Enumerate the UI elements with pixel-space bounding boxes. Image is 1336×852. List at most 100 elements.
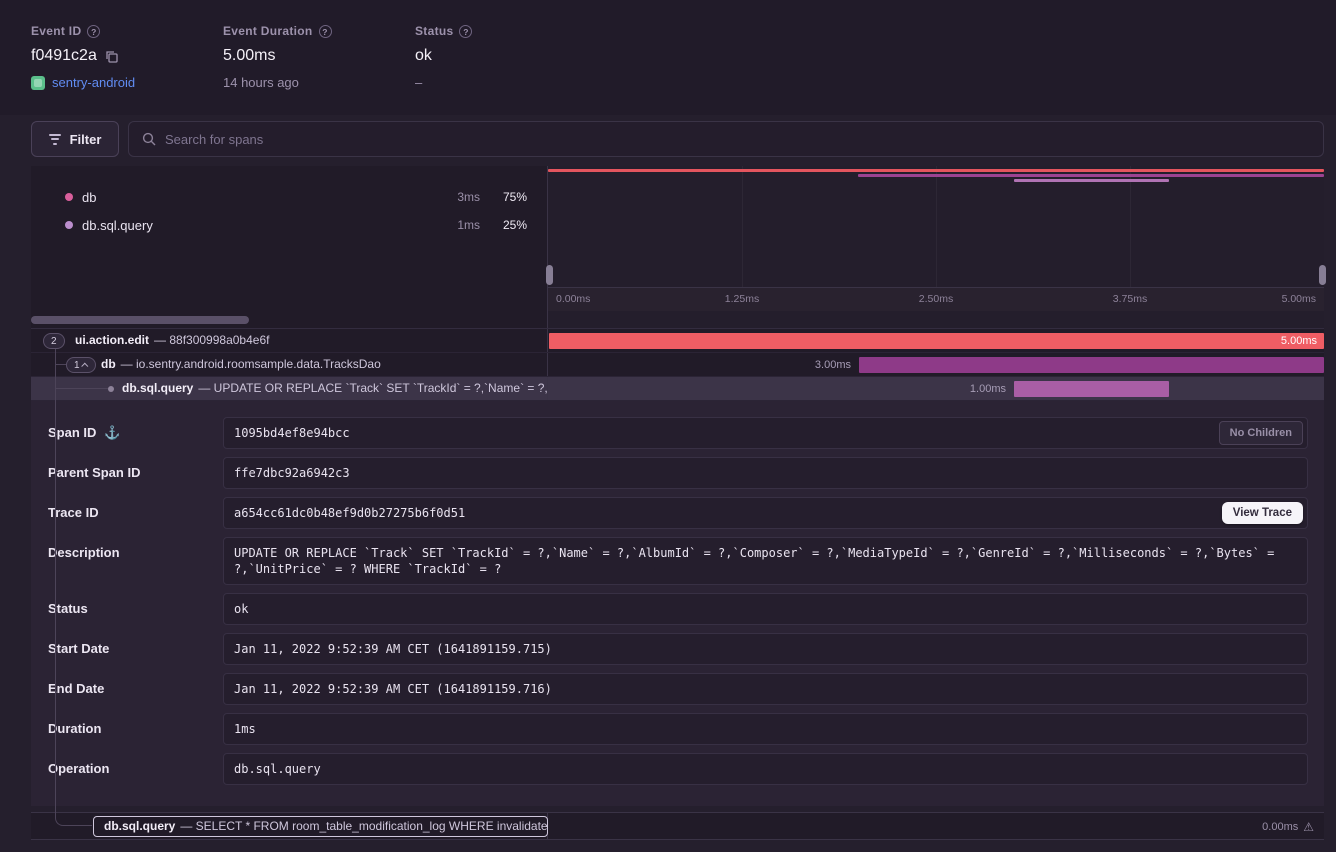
span-bar-db-sql-query[interactable]: [1014, 381, 1169, 397]
tree-connector-line: [55, 349, 56, 812]
event-duration-label: Event Duration: [223, 24, 313, 38]
detail-row-trace-id: Trace ID a654cc61dc0b48ef9d0b27275b6f0d5…: [48, 497, 1308, 529]
filter-button-label: Filter: [70, 132, 102, 147]
legend-op-name: db: [82, 190, 428, 205]
help-icon[interactable]: ?: [87, 25, 100, 38]
legend-item-db-sql-query: db.sql.query 1ms 25%: [31, 211, 547, 239]
span-duration: 5.00ms: [1281, 335, 1324, 347]
event-age: 14 hours ago: [223, 75, 299, 90]
filter-button[interactable]: Filter: [31, 121, 119, 157]
children-count-badge[interactable]: 2: [43, 333, 65, 349]
no-children-badge[interactable]: No Children: [1219, 421, 1303, 445]
tree-connector-stub: [56, 388, 108, 389]
detail-row-description: Description UPDATE OR REPLACE `Track` SE…: [48, 537, 1308, 585]
gridline: [936, 166, 937, 287]
minimap-span-ui-action-edit: [548, 169, 1324, 172]
span-bar-db[interactable]: [859, 357, 1324, 373]
minimap-span-db: [858, 174, 1324, 177]
focused-span-title[interactable]: db.sql.query — SELECT * FROM room_table_m…: [93, 816, 548, 837]
span-duration: 1.00ms: [970, 377, 1006, 401]
children-count-badge[interactable]: 1: [66, 357, 96, 373]
span-row-db-sql-query-select[interactable]: db.sql.query — SELECT * FROM room_table_m…: [31, 812, 1324, 840]
span-minimap-section: db 3ms 75% db.sql.query 1ms 25%: [31, 166, 1324, 311]
tree-connector-curve: [55, 812, 92, 826]
event-header: Event ID ? f0491c2a sentry-android Event…: [0, 0, 1336, 115]
span-description: — UPDATE OR REPLACE `Track` SET `TrackId…: [198, 381, 548, 395]
detail-row-parent-span-id: Parent Span ID ffe7dbc92a6942c3: [48, 457, 1308, 489]
span-op: db.sql.query: [122, 381, 193, 395]
status-label: Status: [415, 24, 453, 38]
span-description: — 88f300998a0b4e6f: [154, 333, 269, 347]
span-row-db[interactable]: 1 db — io.sentry.android.roomsample.data.…: [31, 353, 1324, 377]
legend-op-name: db.sql.query: [82, 218, 428, 233]
detail-row-duration: Duration 1ms: [48, 713, 1308, 745]
span-row-ui-action-edit[interactable]: 2 ui.action.edit — 88f300998a0b4e6f 5.00m…: [31, 329, 1324, 353]
anchor-icon[interactable]: ⚓: [104, 425, 120, 440]
viewport-drag-handle-left[interactable]: [546, 265, 553, 285]
platform-icon: [31, 76, 45, 90]
copy-icon[interactable]: [105, 50, 118, 63]
axis-tick-label: 1.25ms: [725, 293, 759, 305]
legend-item-db: db 3ms 75%: [31, 183, 547, 211]
span-detail-panel: Span ID ⚓ 1095bd4ef8e94bcc No Children P…: [31, 401, 1324, 806]
axis-tick-label: 0.00ms: [556, 293, 590, 305]
detail-row-start-date: Start Date Jan 11, 2022 9:52:39 AM CET (…: [48, 633, 1308, 665]
tree-scrollbar-track[interactable]: [31, 311, 548, 328]
scrollbar-spacer: [548, 311, 1324, 328]
span-trace-page: Event ID ? f0491c2a sentry-android Event…: [0, 0, 1336, 852]
trace-id-value: a654cc61dc0b48ef9d0b27275b6f0d51 View Tr…: [223, 497, 1308, 529]
axis-tick-label: 5.00ms: [1282, 293, 1316, 305]
detail-row-span-id: Span ID ⚓ 1095bd4ef8e94bcc No Children: [48, 417, 1308, 449]
legend-op-duration: 1ms: [428, 218, 480, 232]
tree-scrollbar-strip: [31, 311, 1324, 329]
status-value: ok: [415, 47, 432, 65]
status-block: Status ? ok –: [415, 24, 472, 90]
view-trace-button[interactable]: View Trace: [1222, 502, 1303, 524]
event-duration-value: 5.00ms: [223, 47, 275, 65]
gridline: [742, 166, 743, 287]
span-description: — SELECT * FROM room_table_modification_…: [180, 819, 547, 833]
tree-scrollbar-thumb[interactable]: [31, 316, 249, 324]
span-bar-ui-action-edit[interactable]: 5.00ms: [549, 333, 1324, 349]
legend-op-duration: 3ms: [428, 190, 480, 204]
event-id-block: Event ID ? f0491c2a sentry-android: [31, 24, 135, 90]
tree-connector-dot: [108, 386, 114, 392]
start-date-value: Jan 11, 2022 9:52:39 AM CET (1641891159.…: [223, 633, 1308, 665]
minimap-span-db-sql-query: [1014, 179, 1169, 182]
span-op: db: [101, 357, 116, 371]
operation-value: db.sql.query: [223, 753, 1308, 785]
project-link[interactable]: sentry-android: [52, 75, 135, 90]
event-id-value: f0491c2a: [31, 47, 97, 65]
search-bar[interactable]: [128, 121, 1324, 157]
help-icon[interactable]: ?: [319, 25, 332, 38]
span-duration: 0.00ms: [1262, 821, 1298, 833]
event-id-label: Event ID: [31, 24, 81, 38]
parent-span-id-value: ffe7dbc92a6942c3: [223, 457, 1308, 489]
warning-icon: ⚠: [1303, 821, 1314, 833]
span-op: ui.action.edit: [75, 333, 149, 347]
minimap-chart-area: 0.00ms 1.25ms 2.50ms 3.75ms 5.00ms: [548, 166, 1324, 311]
search-icon: [142, 132, 156, 146]
span-id-value: 1095bd4ef8e94bcc No Children: [223, 417, 1308, 449]
filter-icon: [49, 134, 61, 145]
detail-row-operation: Operation db.sql.query: [48, 753, 1308, 785]
duration-value: 1ms: [223, 713, 1308, 745]
detail-row-end-date: End Date Jan 11, 2022 9:52:39 AM CET (16…: [48, 673, 1308, 705]
status-sub: –: [415, 75, 422, 90]
gridline: [1130, 166, 1131, 287]
span-duration: 3.00ms: [815, 353, 851, 377]
span-op: db.sql.query: [104, 819, 175, 833]
detail-row-status: Status ok: [48, 593, 1308, 625]
operations-breakdown: db 3ms 75% db.sql.query 1ms 25%: [31, 166, 548, 311]
help-icon[interactable]: ?: [459, 25, 472, 38]
span-description: — io.sentry.android.roomsample.data.Trac…: [121, 357, 381, 371]
toolbar: Filter: [31, 121, 1324, 157]
span-row-db-sql-query-selected[interactable]: db.sql.query — UPDATE OR REPLACE `Track` …: [31, 377, 1324, 401]
time-axis: 0.00ms 1.25ms 2.50ms 3.75ms 5.00ms: [548, 288, 1324, 311]
legend-op-percent: 25%: [480, 218, 527, 232]
tree-connector-stub: [56, 364, 66, 365]
minimap-viewport[interactable]: [548, 166, 1324, 288]
viewport-drag-handle-right[interactable]: [1319, 265, 1326, 285]
event-duration-block: Event Duration ? 5.00ms 14 hours ago: [223, 24, 332, 90]
search-input[interactable]: [165, 132, 1310, 147]
